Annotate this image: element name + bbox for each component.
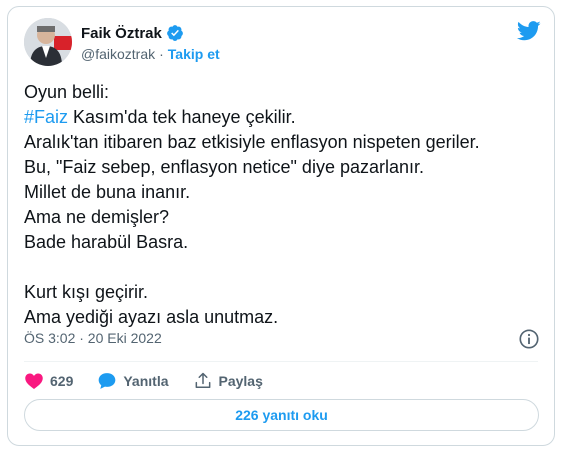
read-replies-button[interactable]: 226 yanıtı oku: [24, 399, 539, 431]
author-handle[interactable]: @faikoztrak: [81, 46, 155, 62]
tweet-line: Bade harabül Basra.: [24, 232, 189, 252]
action-bar: 629 Yanıtla Paylaş: [24, 367, 287, 395]
author-name-row[interactable]: Faik Öztrak: [81, 24, 184, 42]
follow-link[interactable]: Takip et: [168, 46, 220, 62]
tweet-card: Faik Öztrak @faikoztrak · Takip et Oyun …: [7, 6, 555, 446]
share-icon: [195, 372, 210, 388]
tweet-line: Aralık'tan itibaren baz etkisiyle enflas…: [24, 132, 480, 152]
reply-bubble-icon: [99, 373, 116, 389]
divider: [24, 361, 538, 362]
tweet-timestamp[interactable]: ÖS 3:02 · 20 Eki 2022: [24, 330, 162, 346]
share-button[interactable]: Paylaş: [193, 371, 263, 391]
tweet-line: Ama ne demişler?: [24, 207, 170, 227]
avatar[interactable]: [24, 18, 72, 66]
tweet-body: Oyun belli: #Faiz Kasım'da tek haneye çe…: [24, 80, 544, 330]
info-icon[interactable]: [518, 328, 540, 350]
author-handle-row: @faikoztrak · Takip et: [81, 46, 220, 62]
author-name[interactable]: Faik Öztrak: [81, 25, 162, 42]
reply-button[interactable]: Yanıtla: [97, 371, 169, 391]
heart-icon: [25, 373, 43, 389]
like-button[interactable]: 629: [24, 371, 73, 391]
reply-label: Yanıtla: [123, 373, 169, 389]
tweet-line: Kurt kışı geçirir.: [24, 282, 149, 302]
twitter-bird-icon[interactable]: [517, 21, 541, 41]
verified-badge-icon: [166, 25, 183, 41]
tweet-line: Millet de buna inanır.: [24, 182, 191, 202]
hashtag-link[interactable]: #Faiz: [24, 107, 68, 127]
tweet-line: Bu, "Faiz sebep, enflasyon netice" diye …: [24, 157, 425, 177]
tweet-line: #Faiz Kasım'da tek haneye çekilir.: [24, 105, 544, 130]
separator-dot: ·: [159, 46, 164, 62]
tweet-line: Oyun belli:: [24, 82, 110, 102]
like-count: 629: [50, 373, 74, 389]
tweet-line-text: Kasım'da tek haneye çekilir.: [73, 107, 296, 127]
tweet-line: Ama yediği ayazı asla unutmaz.: [24, 307, 279, 327]
share-label: Paylaş: [218, 373, 263, 389]
